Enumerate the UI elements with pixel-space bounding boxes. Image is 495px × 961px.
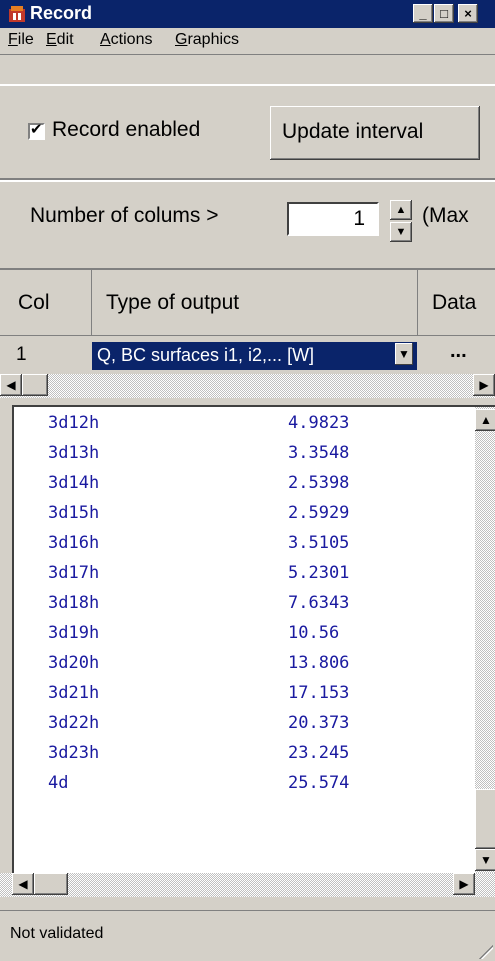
output-value: 10.56 [288, 623, 340, 643]
maximize-button[interactable]: □ [434, 4, 454, 23]
header-data[interactable]: Data [418, 270, 495, 336]
output-key: 3d19h [48, 623, 100, 643]
row-col-number: 1 [16, 344, 27, 365]
output-key: 3d15h [48, 503, 100, 523]
output-value: 4.9823 [288, 413, 350, 433]
close-button[interactable]: × [458, 4, 478, 23]
title-bar[interactable]: Record _ □ × [0, 0, 495, 28]
spin-up-icon[interactable]: ▲ [390, 200, 412, 220]
menu-graphics[interactable]: Graphics [175, 31, 239, 49]
update-interval-label: Update interval [282, 120, 424, 143]
scroll-up-icon[interactable]: ▲ [475, 409, 495, 431]
output-key: 3d20h [48, 653, 100, 673]
number-of-columns-label: Number of colums > [30, 204, 219, 227]
record-enabled-checkbox[interactable]: ✔ [28, 121, 45, 140]
list-horizontal-scrollbar[interactable]: ◀ ▶ [0, 873, 495, 897]
columns-panel: Number of colums > 1 ▲ ▼ (Max [0, 180, 495, 270]
scroll-left-icon[interactable]: ◀ [12, 873, 34, 895]
max-columns-label: (Max [422, 204, 469, 227]
dropdown-arrow-icon[interactable]: ▼ [395, 343, 413, 365]
minimize-button[interactable]: _ [413, 4, 433, 23]
output-value: 3.5105 [288, 533, 350, 553]
output-value: 20.373 [288, 713, 350, 733]
window-title: Record [30, 3, 93, 23]
output-key: 3d22h [48, 713, 100, 733]
output-value: 7.6343 [288, 593, 350, 613]
status-text: Not validated [10, 925, 104, 942]
output-value: 17.153 [288, 683, 350, 703]
check-icon: ✔ [30, 121, 43, 138]
scroll-right-icon[interactable]: ▶ [453, 873, 475, 895]
output-key: 3d16h [48, 533, 100, 553]
scroll-down-icon[interactable]: ▼ [475, 849, 495, 871]
scroll-thumb[interactable] [34, 873, 68, 895]
output-key: 4d [48, 773, 69, 793]
output-value: 3.3548 [288, 443, 350, 463]
menu-edit[interactable]: Edit [46, 31, 74, 49]
menu-actions[interactable]: Actions [100, 31, 152, 49]
resize-grip-icon[interactable] [477, 943, 493, 959]
grid-horizontal-scrollbar[interactable]: ◀ ▶ [0, 374, 495, 398]
output-key: 3d23h [48, 743, 100, 763]
menu-file[interactable]: File [8, 31, 34, 49]
app-icon [9, 6, 25, 22]
output-value: 2.5929 [288, 503, 350, 523]
data-ellipsis-button[interactable]: ... [450, 340, 467, 363]
output-key: 3d12h [48, 413, 100, 433]
type-of-output-select[interactable]: Q, BC surfaces i1, i2,... [W] [92, 342, 417, 370]
output-value: 25.574 [288, 773, 350, 793]
output-list[interactable]: 3d12h 4.9823 3d13h 3.3548 3d14h 2.5398 3d15h 2.… [12, 405, 495, 875]
output-key: 3d13h [48, 443, 100, 463]
vertical-scroll-thumb[interactable] [475, 789, 495, 849]
record-panel: ✔ Record enabled Update interval [0, 84, 495, 180]
list-vertical-scrollbar[interactable]: ▲ ▼ [475, 407, 495, 873]
output-key: 3d18h [48, 593, 100, 613]
scroll-left-icon[interactable]: ◀ [0, 374, 22, 396]
output-key: 3d21h [48, 683, 100, 703]
number-of-columns-input[interactable]: 1 [287, 202, 379, 236]
spin-down-icon[interactable]: ▼ [390, 222, 412, 242]
status-bar: Not validated [0, 910, 495, 961]
header-type-of-output[interactable]: Type of output [92, 270, 418, 336]
scroll-right-icon[interactable]: ▶ [473, 374, 495, 396]
scroll-thumb[interactable] [22, 374, 48, 396]
output-value: 5.2301 [288, 563, 350, 583]
output-value: 23.245 [288, 743, 350, 763]
output-key: 3d17h [48, 563, 100, 583]
update-interval-button[interactable]: Update interval [270, 106, 480, 160]
output-columns-grid: Col Type of output Data 1 Q, BC surfaces… [0, 270, 495, 400]
output-key: 3d14h [48, 473, 100, 493]
menu-bar: File Edit Actions Graphics [0, 28, 495, 55]
record-enabled-label[interactable]: Record enabled [52, 118, 200, 142]
output-value: 13.806 [288, 653, 350, 673]
header-col[interactable]: Col [0, 270, 92, 336]
output-value: 2.5398 [288, 473, 350, 493]
